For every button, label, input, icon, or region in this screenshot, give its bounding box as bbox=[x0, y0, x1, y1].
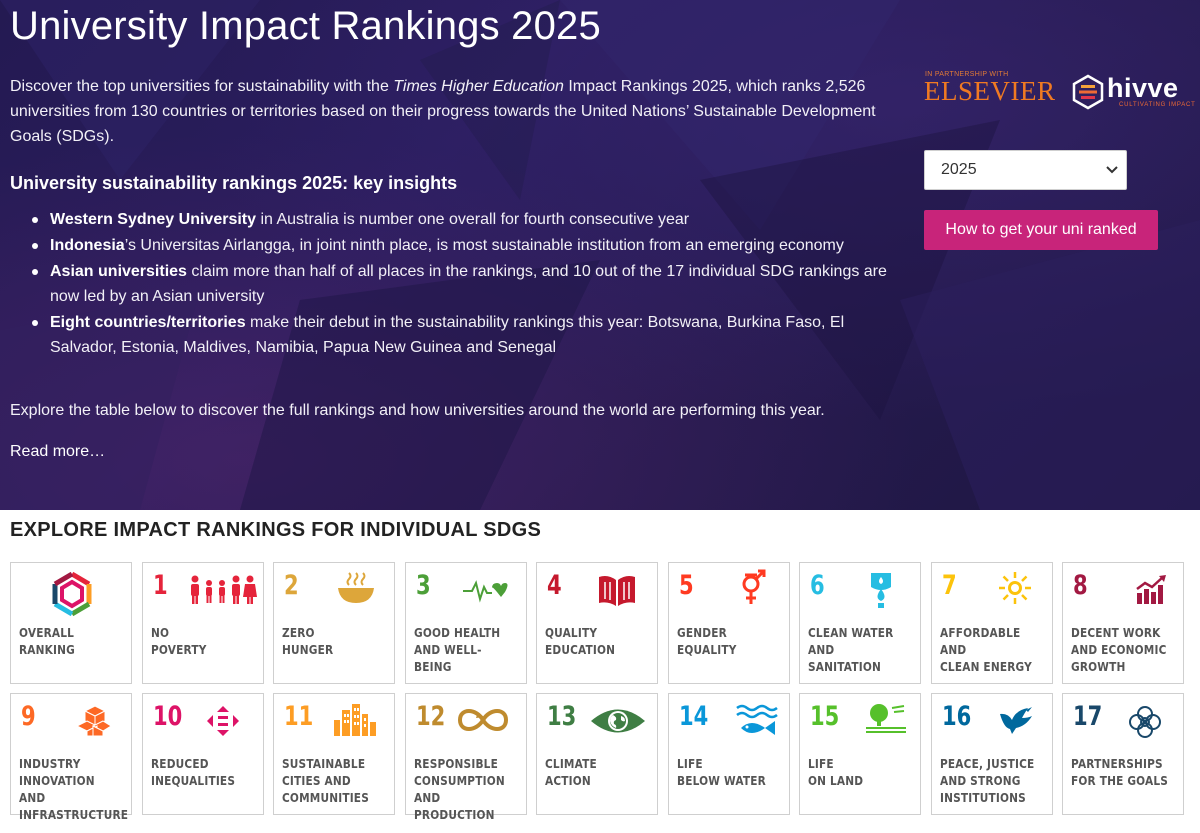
sdg-label: LIFE ON LAND bbox=[808, 757, 864, 788]
sdg-number: 7 bbox=[941, 570, 957, 601]
year-select[interactable]: 2025 bbox=[924, 150, 1127, 190]
cubes-icon bbox=[75, 704, 113, 743]
city-icon bbox=[334, 704, 376, 741]
chevron-down-icon bbox=[1106, 166, 1118, 174]
sdg-number: 16 bbox=[941, 701, 971, 732]
sdg-tile[interactable]: 13 CLIMATE ACTION bbox=[536, 693, 658, 815]
sdg-tile[interactable]: 1 NO POVERTY bbox=[141, 562, 264, 684]
sdg-tile[interactable]: 16 PEACE, JUSTICE AND STRONG INSTITUTIONS bbox=[930, 693, 1053, 815]
book-icon bbox=[597, 573, 637, 612]
sdg-label: QUALITY EDUCATION bbox=[545, 626, 616, 657]
sdg-number: 3 bbox=[415, 570, 431, 601]
sdg-tile[interactable]: 12 RESPONSIBLE CONSUMPTION AND PRODUCTION bbox=[404, 693, 527, 822]
intro-paragraph: Discover the top universities for sustai… bbox=[10, 74, 890, 149]
insight-item: Eight countries/territories make their d… bbox=[32, 310, 890, 360]
food-bowl-icon bbox=[336, 571, 376, 610]
sdg-number: 14 bbox=[678, 701, 708, 732]
intro-publication-name: Times Higher Education bbox=[393, 78, 564, 95]
eye-globe-icon bbox=[589, 706, 647, 741]
sun-icon bbox=[998, 571, 1032, 610]
elsevier-logo[interactable]: ELSEVIER bbox=[924, 76, 1056, 107]
sdg-tile[interactable]: 11 SUSTAINABLE CITIES AND COMMUNITIES bbox=[273, 693, 395, 815]
sdg-tile[interactable]: 5 GENDER EQUALITY bbox=[667, 562, 790, 684]
sdg-number: 9 bbox=[21, 701, 36, 732]
sdg-number: 17 bbox=[1073, 701, 1103, 732]
insight-bold: Eight countries/territories bbox=[50, 314, 246, 331]
sdg-label: PARTNERSHIPS FOR THE GOALS bbox=[1071, 757, 1169, 788]
heartbeat-icon bbox=[462, 579, 508, 608]
sdg-number: 15 bbox=[810, 701, 840, 732]
sdg-label: AFFORDABLE AND CLEAN ENERGY bbox=[939, 626, 1032, 674]
sdg-label: CLEAN WATER AND SANITATION bbox=[808, 626, 894, 674]
sdg-number: 8 bbox=[1073, 570, 1088, 601]
intro-text-start: Discover the top universities for sustai… bbox=[10, 78, 394, 95]
sdg-section-heading: EXPLORE IMPACT RANKINGS FOR INDIVIDUAL S… bbox=[10, 519, 542, 541]
page-title: University Impact Rankings 2025 bbox=[10, 4, 601, 48]
sdg-tile[interactable]: 2 ZERO HUNGER bbox=[273, 562, 395, 684]
sdg-tile[interactable]: OVERALL RANKING bbox=[10, 562, 132, 684]
insight-item: Western Sydney University in Australia i… bbox=[32, 207, 890, 232]
sdg-tile[interactable]: 7 AFFORDABLE AND CLEAN ENERGY bbox=[930, 562, 1053, 684]
sdg-number: 13 bbox=[547, 701, 577, 732]
hivve-tagline: CULTIVATING IMPACT bbox=[1119, 102, 1196, 108]
tree-icon bbox=[864, 702, 908, 739]
sdg-label: DECENT WORK AND ECONOMIC GROWTH bbox=[1071, 626, 1167, 674]
sdg-tile[interactable]: 15 LIFE ON LAND bbox=[799, 693, 921, 815]
insight-text: ’s Universitas Airlangga, in joint ninth… bbox=[124, 237, 844, 254]
read-more-link[interactable]: Read more… bbox=[10, 443, 105, 461]
year-select-value: 2025 bbox=[941, 161, 977, 178]
insight-text: in Australia is number one overall for f… bbox=[256, 211, 690, 228]
get-ranked-button[interactable]: How to get your uni ranked bbox=[924, 210, 1158, 250]
sdg-tile[interactable]: 10 REDUCED INEQUALITIES bbox=[141, 693, 264, 815]
sdg-tile[interactable]: 4 QUALITY EDUCATION bbox=[536, 562, 658, 684]
insight-item: Asian universities claim more than half … bbox=[32, 259, 890, 309]
hivve-logo[interactable]: hivve bbox=[1107, 73, 1179, 104]
gender-icon bbox=[737, 569, 767, 612]
insight-bold: Asian universities bbox=[50, 263, 187, 280]
hero-banner: University Impact Rankings 2025 Discover… bbox=[0, 0, 1200, 510]
sdg-number: 11 bbox=[284, 701, 314, 732]
explore-paragraph: Explore the table below to discover the … bbox=[10, 402, 825, 419]
sdg-label: CLIMATE ACTION bbox=[545, 757, 597, 788]
growth-chart-icon bbox=[1135, 575, 1167, 610]
sdg-number: 10 bbox=[152, 701, 182, 732]
sdg-tile[interactable]: 6 CLEAN WATER AND SANITATION bbox=[799, 562, 921, 684]
sdg-label: PEACE, JUSTICE AND STRONG INSTITUTIONS bbox=[939, 757, 1034, 805]
sdg-number: 4 bbox=[547, 570, 562, 601]
insights-list: Western Sydney University in Australia i… bbox=[32, 207, 890, 361]
sdg-number: 12 bbox=[415, 701, 445, 732]
sdg-label: RESPONSIBLE CONSUMPTION AND PRODUCTION bbox=[413, 757, 505, 822]
sdg-tile[interactable]: 8 DECENT WORK AND ECONOMIC GROWTH bbox=[1062, 562, 1184, 684]
equality-arrows-icon bbox=[206, 706, 239, 741]
sdg-number: 5 bbox=[678, 570, 694, 601]
water-drop-icon bbox=[866, 571, 896, 614]
insight-bold: Indonesia bbox=[50, 237, 125, 254]
insight-bold: Western Sydney University bbox=[50, 211, 257, 228]
sdg-number: 6 bbox=[810, 570, 825, 601]
sdg-label: GOOD HEALTH AND WELL-BEING bbox=[413, 626, 500, 674]
sdg-tile[interactable]: 3 GOOD HEALTH AND WELL-BEING bbox=[404, 562, 527, 684]
overall-wheel-icon bbox=[49, 571, 95, 622]
rings-icon bbox=[1127, 704, 1163, 745]
sdg-label: GENDER EQUALITY bbox=[676, 626, 737, 657]
sdg-tile[interactable]: 17 PARTNERSHIPS FOR THE GOALS bbox=[1062, 693, 1184, 815]
sdg-number: 1 bbox=[152, 570, 168, 601]
family-icon bbox=[189, 575, 257, 610]
sdg-number: 2 bbox=[284, 570, 299, 601]
sdg-label: SUSTAINABLE CITIES AND COMMUNITIES bbox=[282, 757, 369, 805]
sdg-tile[interactable]: 9 INDUSTRY INNOVATION AND INFRASTRUCTURE bbox=[10, 693, 132, 822]
sdg-label: INDUSTRY INNOVATION AND INFRASTRUCTURE bbox=[19, 757, 129, 822]
sdg-label: LIFE BELOW WATER bbox=[676, 757, 766, 788]
insights-heading: University sustainability rankings 2025:… bbox=[10, 173, 458, 193]
sdg-label: OVERALL RANKING bbox=[19, 626, 76, 657]
sdg-label: NO POVERTY bbox=[150, 626, 207, 657]
sdg-label: ZERO HUNGER bbox=[282, 626, 334, 657]
fish-icon bbox=[735, 704, 779, 743]
sdg-tile[interactable]: 14 LIFE BELOW WATER bbox=[667, 693, 790, 815]
sdg-label: REDUCED INEQUALITIES bbox=[150, 757, 235, 788]
dove-icon bbox=[998, 706, 1034, 741]
infinity-icon bbox=[456, 706, 510, 739]
insight-item: Indonesia’s Universitas Airlangga, in jo… bbox=[32, 233, 890, 258]
